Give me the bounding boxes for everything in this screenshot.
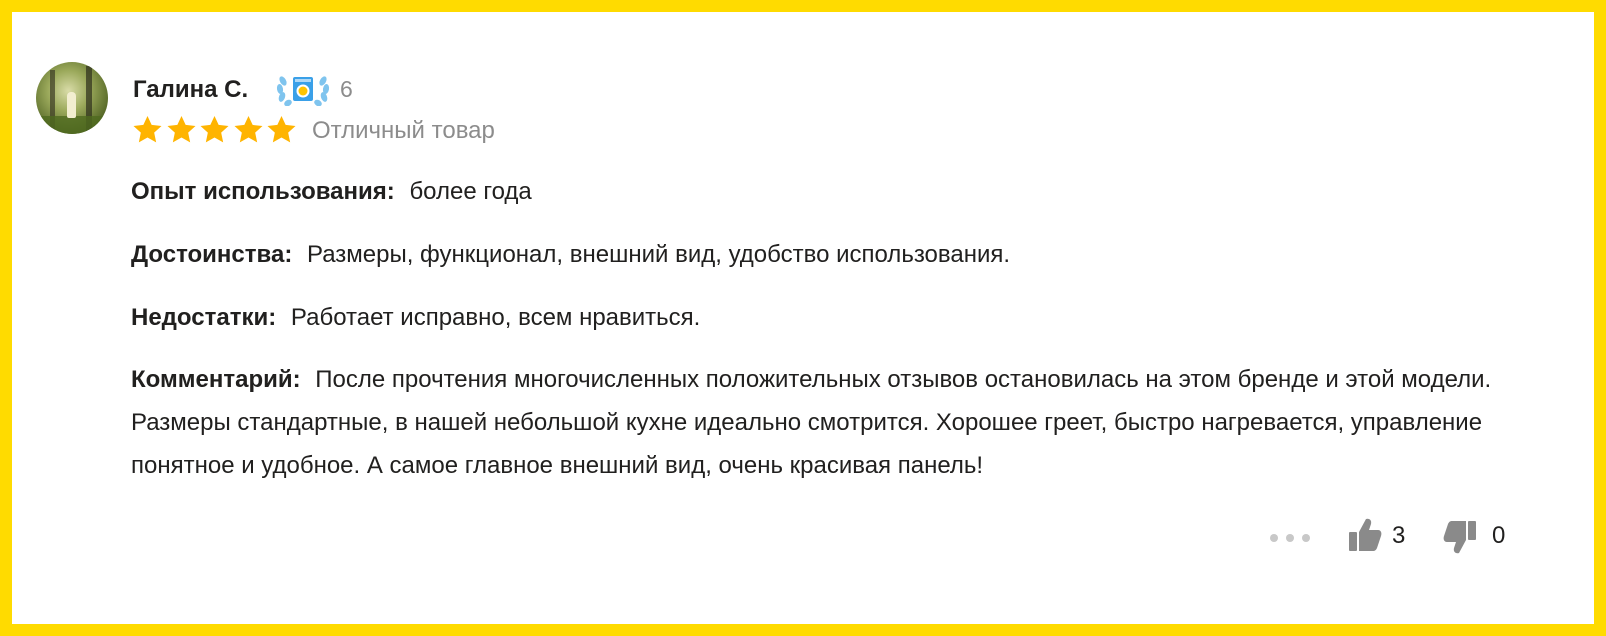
thumbs-up-icon[interactable] xyxy=(1348,517,1382,553)
laurel-washing-machine-icon xyxy=(276,76,330,106)
comment-label: Комментарий: xyxy=(131,366,301,393)
author-name[interactable]: Галина С. xyxy=(133,76,248,104)
badge-count: 6 xyxy=(340,76,353,102)
pros-row: Достоинства: Размеры, функционал, внешни… xyxy=(131,238,1010,272)
experience-row: Опыт использования: более года xyxy=(131,175,532,209)
star-icon xyxy=(167,116,195,143)
thumbs-down-icon[interactable] xyxy=(1443,519,1477,555)
comment-row: Комментарий: После прочтения многочислен… xyxy=(131,358,1531,487)
cons-label: Недостатки: xyxy=(131,304,277,331)
rating-label: Отличный товар xyxy=(312,117,495,144)
review-card: Галина С. 6 Отличный товар Опыт использо… xyxy=(12,12,1594,624)
dislike-count: 0 xyxy=(1492,522,1506,549)
experience-label: Опыт использования: xyxy=(131,178,395,205)
avatar[interactable] xyxy=(36,62,108,134)
avatar-person xyxy=(67,92,76,118)
cons-value: Работает исправно, всем нравиться. xyxy=(290,304,701,331)
star-icon xyxy=(133,116,162,143)
star-icon xyxy=(200,116,229,143)
avatar-grass xyxy=(36,116,108,134)
star-icon xyxy=(267,116,296,143)
cons-row: Недостатки: Работает исправно, всем нрав… xyxy=(131,301,700,335)
like-count: 3 xyxy=(1392,522,1406,549)
pros-value: Размеры, функционал, внешний вид, удобст… xyxy=(306,241,1011,268)
experience-value: более года xyxy=(409,178,532,205)
pros-label: Достоинства: xyxy=(131,241,293,268)
star-icon xyxy=(234,116,262,143)
more-dots-icon[interactable] xyxy=(1270,534,1310,544)
comment-value: После прочтения многочисленных положител… xyxy=(131,366,1492,479)
